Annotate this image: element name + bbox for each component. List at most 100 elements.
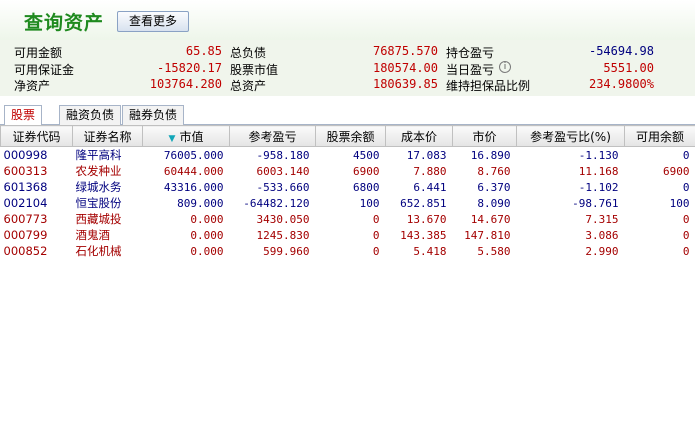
asset-summary: 可用金额 65.85 可用保证金 -15820.17 净资产 103764.28… — [0, 40, 695, 96]
cell-market-price: 16.890 — [470, 148, 511, 162]
table-row[interactable]: 600313 农发种业 60444.000 6003.140 6900 7.880 8.76… — [1, 163, 695, 179]
cell-market-value: 809.000 — [177, 196, 224, 210]
cell-stock-balance: 0 — [372, 212, 380, 226]
table-row[interactable]: 600773 西藏城投 0.000 3430.050 0 13.670 14.670 7.31… — [1, 211, 695, 227]
cell-market-price: 6.370 — [477, 180, 511, 194]
cell-cost-price: 143.385 — [400, 228, 447, 242]
cell-market-value: 0.000 — [190, 212, 224, 226]
cell-code: 000799 — [3, 228, 48, 242]
available-margin-value: -15820.17 — [156, 61, 222, 75]
cell-code: 601368 — [3, 180, 48, 194]
cell-ref-pnl: 6003.140 — [256, 164, 310, 178]
column-header-name[interactable]: 证券名称 — [72, 125, 143, 147]
cell-code: 600313 — [3, 164, 48, 178]
cell-name: 绿城水务 — [75, 180, 122, 194]
cell-market-value: 43316.000 — [163, 180, 224, 194]
page-title: 查询资产 — [24, 12, 105, 34]
cell-cost-price: 6.441 — [413, 180, 447, 194]
cell-name: 西藏城投 — [75, 212, 122, 226]
holdings-table: 证券代码 证券名称 ▼ 市值 参考盈亏 股票余额 成本价 市价 参考盈亏比(%) … — [0, 125, 695, 259]
cell-ref-pnl-ratio: 3.086 — [585, 228, 619, 242]
cell-market-value: 60444.000 — [163, 164, 224, 178]
column-header-available-balance[interactable]: 可用余额 — [624, 125, 695, 147]
cell-market-value: 0.000 — [190, 228, 224, 242]
position-pnl-value: -54694.98 — [588, 44, 654, 58]
cell-available-balance: 0 — [682, 212, 690, 226]
cell-name: 酒鬼酒 — [75, 228, 111, 242]
column-header-ref-pnl-ratio[interactable]: 参考盈亏比(%) — [516, 125, 625, 147]
cell-ref-pnl-ratio: -1.102 — [578, 180, 619, 194]
position-pnl-label: 持仓盈亏 — [446, 46, 495, 60]
cell-cost-price: 7.880 — [413, 164, 447, 178]
cell-ref-pnl-ratio: 2.990 — [585, 244, 619, 258]
available-funds-value: 65.85 — [185, 44, 222, 58]
column-header-code[interactable]: 证券代码 — [0, 125, 73, 147]
collateral-ratio-label: 维持担保品比例 — [446, 79, 531, 93]
table-row[interactable]: 000998 隆平高科 76005.000 -958.180 4500 17.083 16.… — [1, 147, 695, 164]
cell-stock-balance: 100 — [359, 196, 380, 210]
view-more-button[interactable]: 查看更多 — [117, 11, 189, 32]
cell-ref-pnl-ratio: 11.168 — [578, 164, 619, 178]
table-row[interactable]: 601368 绿城水务 43316.000 -533.660 6800 6.441 6.37… — [1, 179, 695, 195]
tab-margin-debt[interactable]: 融资负债 — [59, 105, 122, 125]
info-icon[interactable]: i — [499, 61, 511, 73]
cell-code: 000998 — [3, 148, 48, 162]
tab-bar: 股票 融资负债 融券负债 — [0, 105, 695, 126]
column-header-market-value-label: 市值 — [179, 129, 204, 144]
cell-stock-balance: 6900 — [353, 164, 380, 178]
cell-cost-price: 13.670 — [406, 212, 447, 226]
tab-short-debt[interactable]: 融券负债 — [122, 105, 185, 125]
table-body: 000998 隆平高科 76005.000 -958.180 4500 17.083 16.… — [1, 147, 695, 260]
cell-market-price: 5.580 — [477, 244, 511, 258]
table-row[interactable]: 000852 石化机械 0.000 599.960 0 5.418 5.580 2.990 0 — [1, 243, 695, 259]
cell-ref-pnl: 1245.830 — [256, 228, 310, 242]
cell-available-balance: 0 — [682, 228, 690, 242]
cell-code: 002104 — [3, 196, 48, 210]
cell-stock-balance: 0 — [372, 244, 380, 258]
cell-code: 600773 — [3, 212, 48, 226]
cell-ref-pnl-ratio: 7.315 — [585, 212, 619, 226]
cell-cost-price: 17.083 — [406, 148, 447, 162]
cell-ref-pnl-ratio: -1.130 — [578, 148, 619, 162]
column-header-stock-balance[interactable]: 股票余额 — [315, 125, 386, 147]
cell-available-balance: 6900 — [663, 164, 690, 178]
daily-pnl-value: 5551.00 — [603, 61, 654, 75]
cell-available-balance: 0 — [682, 148, 690, 162]
cell-name: 隆平高科 — [75, 148, 122, 162]
cell-market-price: 8.760 — [477, 164, 511, 178]
total-assets-label: 总资产 — [230, 79, 267, 93]
cell-ref-pnl-ratio: -98.761 — [572, 196, 619, 210]
column-header-cost-price[interactable]: 成本价 — [385, 125, 453, 147]
table-row[interactable]: 000799 酒鬼酒 0.000 1245.830 0 143.385 147.810 3.0… — [1, 227, 695, 243]
column-header-market-value[interactable]: ▼ 市值 — [142, 125, 230, 147]
cell-name: 农发种业 — [75, 164, 122, 178]
cell-stock-balance: 0 — [372, 228, 380, 242]
cell-code: 000852 — [3, 244, 48, 258]
total-assets-value: 180639.85 — [372, 77, 438, 91]
cell-available-balance: 0 — [682, 180, 690, 194]
cell-ref-pnl: -958.180 — [256, 148, 310, 162]
stock-value-label: 股票市值 — [230, 63, 279, 77]
column-header-ref-pnl[interactable]: 参考盈亏 — [229, 125, 316, 147]
header-bar: 查询资产 查看更多 — [0, 0, 695, 40]
cell-market-price: 14.670 — [470, 212, 511, 226]
cell-name: 恒宝股份 — [75, 196, 122, 210]
stock-value-value: 180574.00 — [372, 61, 438, 75]
cell-ref-pnl: 3430.050 — [256, 212, 310, 226]
cell-ref-pnl: -533.660 — [256, 180, 310, 194]
cell-available-balance: 0 — [682, 244, 690, 258]
cell-stock-balance: 6800 — [353, 180, 380, 194]
collateral-ratio-value: 234.9800% — [588, 77, 654, 91]
cell-name: 石化机械 — [75, 244, 122, 258]
net-assets-value: 103764.280 — [149, 77, 222, 91]
cell-ref-pnl: 599.960 — [263, 244, 310, 258]
column-header-market-price[interactable]: 市价 — [452, 125, 517, 147]
tab-stocks[interactable]: 股票 — [4, 105, 43, 126]
cell-market-price: 8.090 — [477, 196, 511, 210]
cell-ref-pnl: -64482.120 — [243, 196, 310, 210]
cell-market-price: 147.810 — [464, 228, 511, 242]
table-row[interactable]: 002104 恒宝股份 809.000 -64482.120 100 652.851 8.0… — [1, 195, 695, 211]
cell-cost-price: 652.851 — [400, 196, 447, 210]
cell-stock-balance: 4500 — [353, 148, 380, 162]
cell-cost-price: 5.418 — [413, 244, 447, 258]
